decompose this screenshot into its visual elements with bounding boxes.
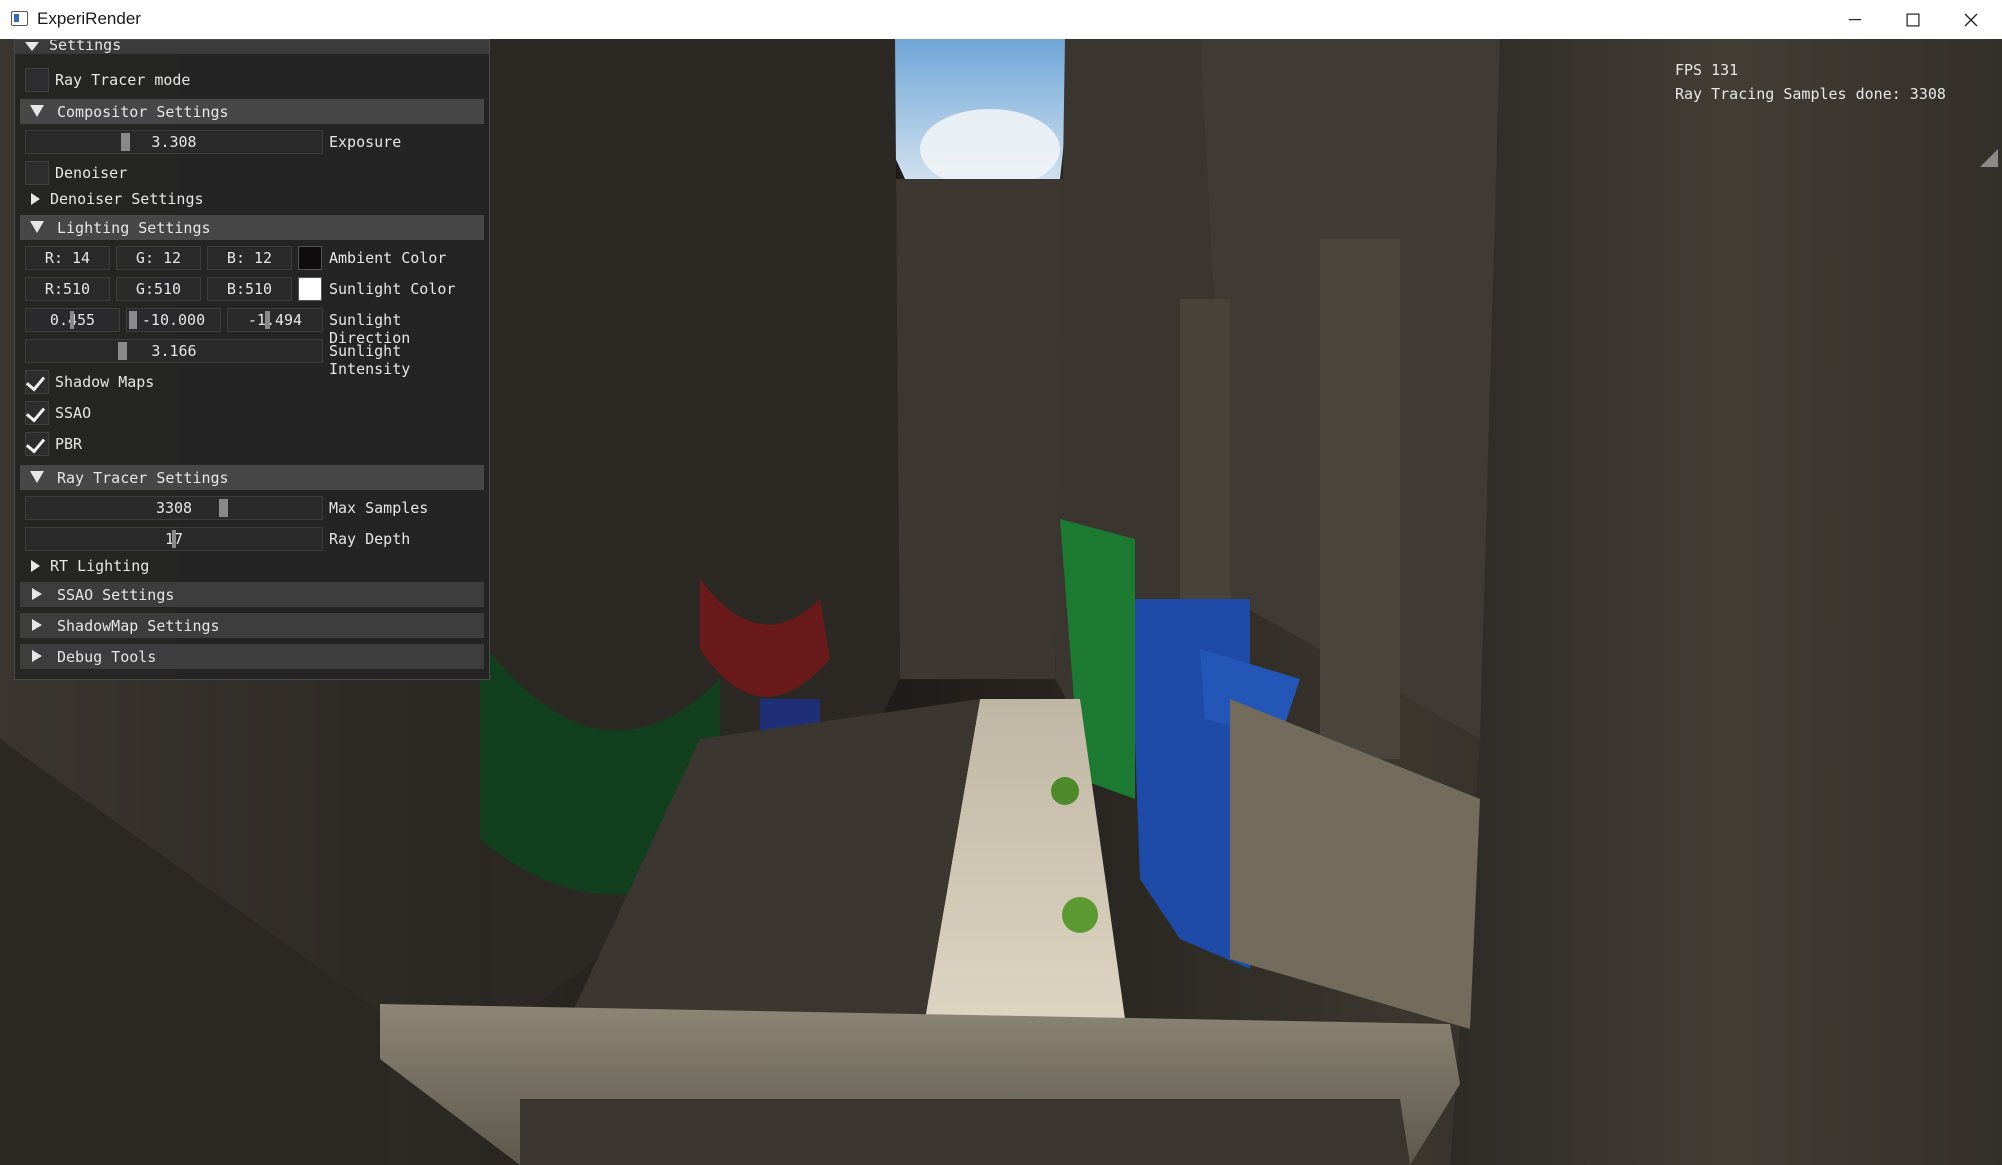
max-samples-slider[interactable]: 3308 <box>25 496 323 520</box>
minimize-button[interactable] <box>1826 0 1884 39</box>
sunlight-b-field[interactable]: B:510 <box>207 277 292 301</box>
exposure-label: Exposure <box>329 133 402 151</box>
rt-lighting-label: RT Lighting <box>50 557 150 575</box>
ray-depth-label: Ray Depth <box>329 530 411 548</box>
compositor-settings-label: Compositor Settings <box>57 103 229 121</box>
expanded-arrow-icon <box>30 105 44 117</box>
samples-counter: Ray Tracing Samples done: 3308 <box>1675 85 1946 103</box>
debug-tools-label: Debug Tools <box>57 648 157 666</box>
ambient-g-field[interactable]: G: 12 <box>116 246 201 270</box>
ssao-label: SSAO <box>55 404 92 422</box>
ambient-r-field[interactable]: R: 14 <box>25 246 110 270</box>
shadowmap-settings-header[interactable]: ShadowMap Settings <box>20 613 484 638</box>
collapsed-arrow-icon <box>31 193 40 205</box>
settings-panel: Settings Ray Tracer mode Compositor Sett… <box>14 39 490 680</box>
lighting-settings-header[interactable]: Lighting Settings <box>20 215 484 240</box>
maximize-button[interactable] <box>1884 0 1942 39</box>
ray-tracer-settings-header[interactable]: Ray Tracer Settings <box>20 465 484 490</box>
slider-grab[interactable] <box>129 311 137 329</box>
shadow-maps-label: Shadow Maps <box>55 373 155 391</box>
slider-grab[interactable] <box>118 342 127 360</box>
ssao-settings-label: SSAO Settings <box>57 586 175 604</box>
lighting-settings-label: Lighting Settings <box>57 219 211 237</box>
collapse-arrow-icon[interactable] <box>25 42 39 51</box>
debug-tools-header[interactable]: Debug Tools <box>20 644 484 669</box>
ambient-color-swatch[interactable] <box>298 246 322 270</box>
ambient-b-field[interactable]: B: 12 <box>207 246 292 270</box>
collapsed-arrow-icon <box>32 588 42 600</box>
checkmark-icon <box>25 371 46 392</box>
sunlight-g-field[interactable]: G:510 <box>116 277 201 301</box>
slider-grab[interactable] <box>121 133 130 151</box>
app-icon <box>11 11 28 26</box>
direction-y-value: -10.000 <box>141 311 206 329</box>
expanded-arrow-icon <box>30 471 44 483</box>
sunlight-intensity-label: Sunlight Intensity <box>329 342 411 378</box>
exposure-value: 3.308 <box>151 133 197 151</box>
collapsed-arrow-icon <box>31 560 40 572</box>
maximize-icon <box>1906 13 1920 26</box>
ray-depth-slider[interactable]: 17 <box>25 527 323 551</box>
slider-grab[interactable] <box>219 499 228 517</box>
collapsed-arrow-icon <box>32 650 42 662</box>
denoiser-label: Denoiser <box>55 164 128 182</box>
max-samples-value: 3308 <box>155 499 193 517</box>
ssao-checkbox[interactable] <box>25 401 49 425</box>
ray-tracer-mode-checkbox[interactable] <box>25 68 49 92</box>
sunlight-intensity-value: 3.166 <box>151 342 197 360</box>
slider-grab[interactable] <box>265 311 270 329</box>
ray-tracer-settings-label: Ray Tracer Settings <box>57 469 229 487</box>
pbr-checkbox[interactable] <box>25 432 49 456</box>
rt-lighting-node[interactable]: RT Lighting <box>25 555 325 577</box>
sunlight-direction-x-slider[interactable]: 0.455 <box>25 308 120 332</box>
denoiser-settings-node[interactable]: Denoiser Settings <box>25 188 325 210</box>
ray-tracer-mode-label: Ray Tracer mode <box>55 71 191 89</box>
slider-grab[interactable] <box>70 311 74 329</box>
title-bar: ExperiRender <box>0 0 2002 40</box>
checkmark-icon <box>25 402 46 423</box>
sunlight-direction-z-slider[interactable]: -1.494 <box>227 308 323 332</box>
collapsed-arrow-icon <box>32 619 42 631</box>
sunlight-color-label: Sunlight Color <box>329 280 456 298</box>
compositor-settings-header[interactable]: Compositor Settings <box>20 99 484 124</box>
close-icon <box>1964 13 1978 26</box>
shadowmap-settings-label: ShadowMap Settings <box>57 617 220 635</box>
window-title: ExperiRender <box>37 9 141 28</box>
sunlight-r-field[interactable]: R:510 <box>25 277 110 301</box>
shadow-maps-checkbox[interactable] <box>25 370 49 394</box>
expanded-arrow-icon <box>30 221 44 233</box>
fps-counter: FPS 131 <box>1675 61 1739 79</box>
sunlight-color-swatch[interactable] <box>298 277 322 301</box>
sunlight-direction-y-slider[interactable]: -10.000 <box>126 308 221 332</box>
ssao-settings-header[interactable]: SSAO Settings <box>20 582 484 607</box>
max-samples-label: Max Samples <box>329 499 429 517</box>
minimize-icon <box>1849 18 1861 20</box>
checkmark-icon <box>25 433 46 454</box>
sunlight-intensity-slider[interactable]: 3.166 <box>25 339 323 363</box>
ambient-color-label: Ambient Color <box>329 249 447 267</box>
denoiser-settings-label: Denoiser Settings <box>50 190 204 208</box>
direction-z-value: -1.494 <box>247 311 303 329</box>
settings-title-bar[interactable]: Settings <box>15 40 489 54</box>
denoiser-checkbox[interactable] <box>25 161 49 185</box>
resize-grip-icon[interactable] <box>1980 149 1998 167</box>
close-button[interactable] <box>1942 0 2000 39</box>
settings-title: Settings <box>49 40 122 54</box>
exposure-slider[interactable]: 3.308 <box>25 130 323 154</box>
slider-grab[interactable] <box>172 530 176 548</box>
pbr-label: PBR <box>55 435 83 453</box>
